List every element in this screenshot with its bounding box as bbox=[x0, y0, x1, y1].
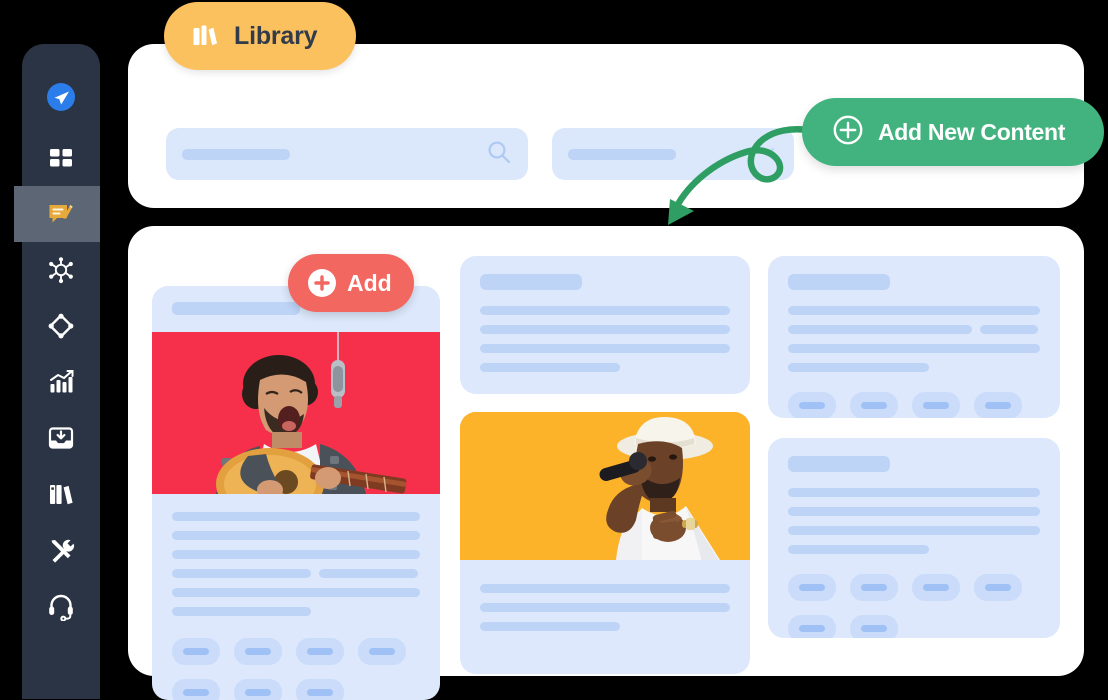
plus-circle-filled-icon bbox=[308, 269, 336, 297]
sidebar bbox=[14, 44, 100, 699]
headset-icon bbox=[46, 591, 76, 621]
tab-library-label: Library bbox=[234, 21, 318, 50]
sidebar-item-network[interactable] bbox=[22, 242, 100, 298]
sidebar-item-support[interactable] bbox=[22, 578, 100, 634]
chat-edit-icon bbox=[46, 199, 76, 229]
guitar-singer-photo bbox=[152, 332, 440, 494]
card-text-b[interactable] bbox=[768, 256, 1060, 418]
inbox-download-icon bbox=[46, 423, 76, 453]
tag-pill[interactable] bbox=[296, 638, 344, 665]
card-body bbox=[768, 256, 1060, 418]
tag-pill[interactable] bbox=[234, 679, 282, 700]
tag-pill[interactable] bbox=[912, 574, 960, 601]
tab-library[interactable]: Library bbox=[164, 2, 356, 70]
tag-pill[interactable] bbox=[788, 574, 836, 601]
logo-send-icon-button[interactable] bbox=[22, 64, 100, 130]
tag-pill[interactable] bbox=[850, 574, 898, 601]
tag-pill[interactable] bbox=[974, 574, 1022, 601]
tools-icon bbox=[46, 535, 76, 565]
card-text-c[interactable] bbox=[768, 438, 1060, 638]
add-new-content-label: Add New Content bbox=[878, 118, 1066, 145]
plus-circle-icon bbox=[832, 114, 864, 151]
tag-pill[interactable] bbox=[234, 638, 282, 665]
sidebar-item-tools[interactable] bbox=[22, 522, 100, 578]
filter-placeholder-bar bbox=[568, 148, 676, 160]
sidebar-item-move[interactable] bbox=[22, 298, 100, 354]
tag-pill-row bbox=[172, 679, 420, 700]
card-title-bar bbox=[788, 274, 890, 290]
content-cards-grid bbox=[128, 226, 1084, 700]
filter-select[interactable] bbox=[552, 128, 794, 180]
sidebar-item-content[interactable] bbox=[14, 186, 100, 242]
sidebar-item-library[interactable] bbox=[22, 466, 100, 522]
add-new-content-button[interactable]: Add New Content bbox=[802, 98, 1104, 166]
sidebar-item-analytics[interactable] bbox=[22, 354, 100, 410]
tag-pill[interactable] bbox=[358, 638, 406, 665]
books-icon bbox=[46, 479, 76, 509]
diamond-move-icon bbox=[46, 311, 76, 341]
tag-pill[interactable] bbox=[912, 392, 960, 418]
card-body bbox=[768, 438, 1060, 638]
tag-pill[interactable] bbox=[974, 392, 1022, 418]
toolbar bbox=[166, 128, 794, 180]
tag-pill[interactable] bbox=[172, 679, 220, 700]
search-icon[interactable] bbox=[486, 139, 512, 170]
hat-singer-photo bbox=[460, 412, 750, 560]
books-icon bbox=[190, 21, 220, 51]
tag-pill[interactable] bbox=[788, 615, 836, 638]
card-text-a[interactable] bbox=[460, 256, 750, 394]
tag-pill[interactable] bbox=[850, 615, 898, 638]
card-title-bar bbox=[788, 456, 890, 472]
chevron-down-icon[interactable] bbox=[756, 141, 778, 168]
add-button-label: Add bbox=[347, 269, 392, 296]
card-singer[interactable] bbox=[460, 412, 750, 674]
card-guitar[interactable] bbox=[152, 286, 440, 700]
add-button[interactable]: Add bbox=[288, 254, 414, 312]
search-placeholder-bar bbox=[182, 148, 290, 160]
grid-icon bbox=[46, 143, 76, 173]
sidebar-item-downloads[interactable] bbox=[22, 410, 100, 466]
tag-pill[interactable] bbox=[850, 392, 898, 418]
card-body bbox=[460, 256, 750, 394]
card-title-bar bbox=[480, 274, 582, 290]
sidebar-item-dashboard[interactable] bbox=[22, 130, 100, 186]
tag-pill-row bbox=[788, 392, 1040, 418]
tag-pill[interactable] bbox=[788, 392, 836, 418]
tag-pill-row bbox=[788, 615, 1040, 638]
card-head-bar bbox=[172, 302, 300, 315]
tag-pill-row bbox=[172, 638, 420, 665]
tag-pill-row bbox=[788, 574, 1040, 601]
sidebar-nav-list bbox=[14, 44, 100, 634]
tag-pill[interactable] bbox=[296, 679, 344, 700]
card-body bbox=[460, 560, 750, 653]
bar-chart-icon bbox=[46, 367, 76, 397]
tag-pill[interactable] bbox=[172, 638, 220, 665]
search-input[interactable] bbox=[166, 128, 528, 180]
network-nodes-icon bbox=[46, 255, 76, 285]
app-screenshot: Library Add New Content Add bbox=[0, 0, 1108, 700]
paper-plane-icon bbox=[46, 82, 76, 112]
card-body bbox=[152, 494, 440, 700]
